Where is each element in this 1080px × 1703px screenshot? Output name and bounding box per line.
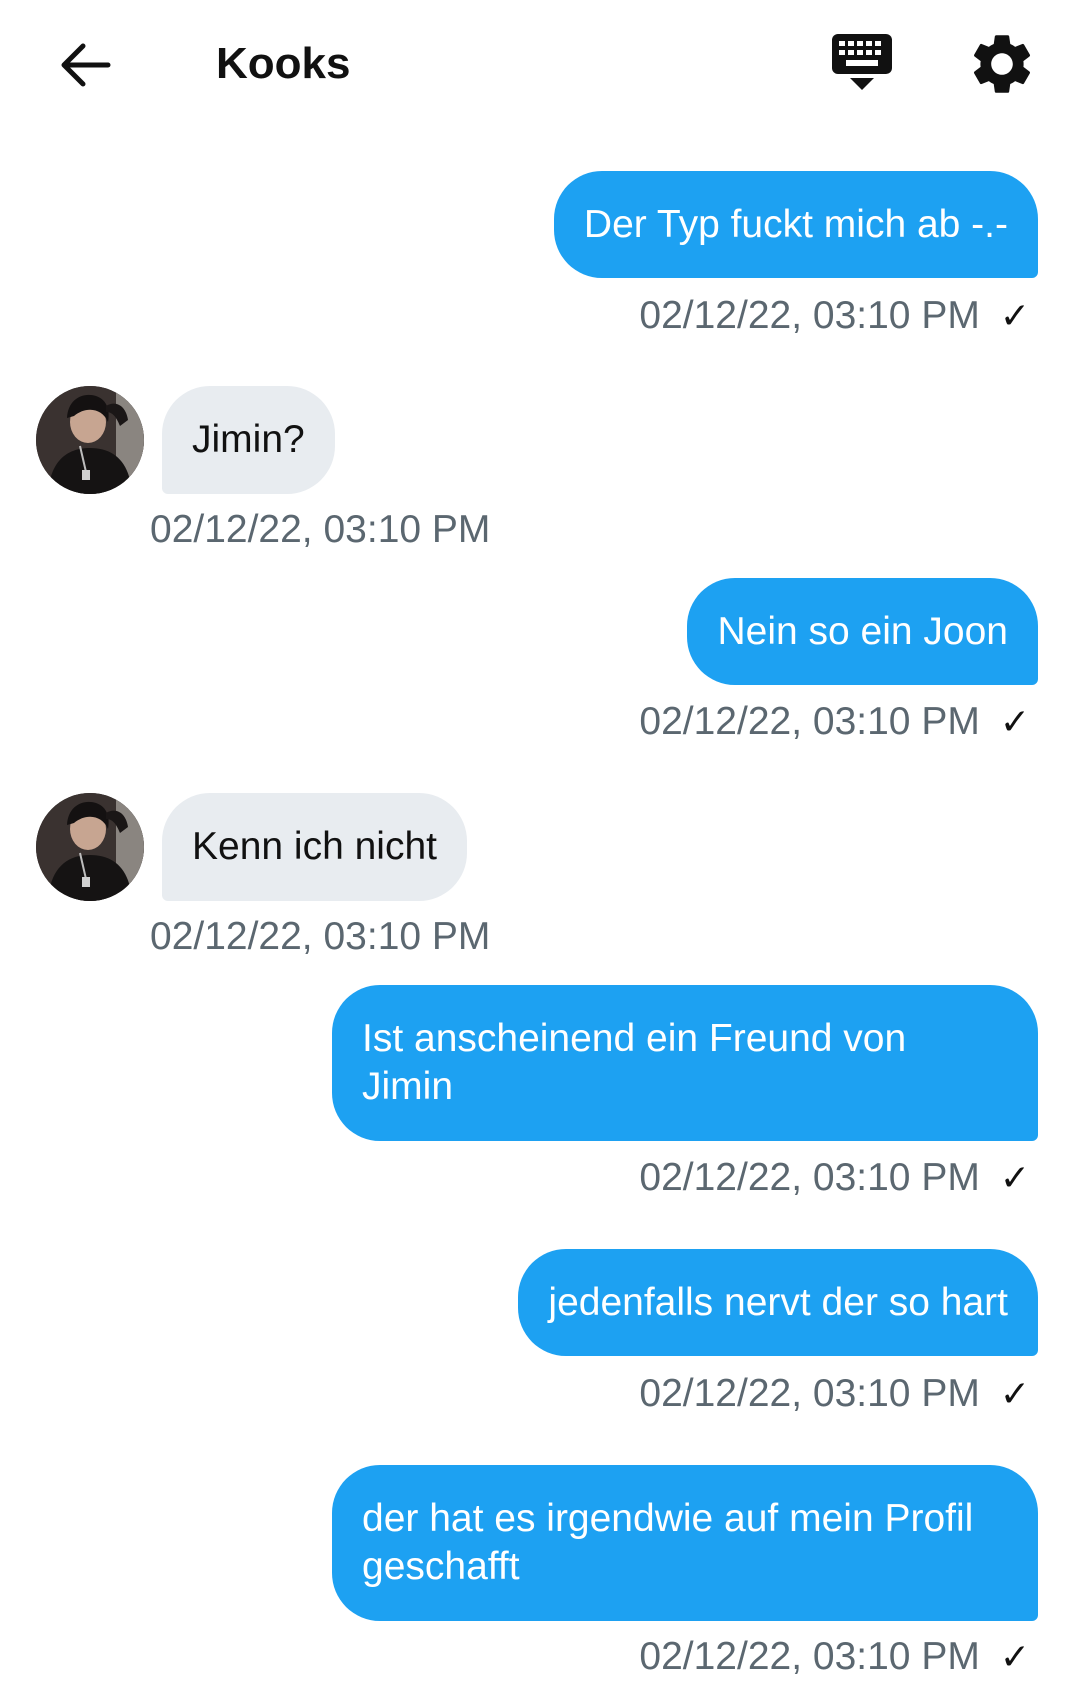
message-text: der hat es irgendwie auf mein Profil ges…: [362, 1497, 974, 1588]
outgoing-message-bubble[interactable]: der hat es irgendwie auf mein Profil ges…: [332, 1465, 1038, 1621]
timestamp-text: 02/12/22, 03:10 PM: [639, 1635, 980, 1678]
message-timestamp: 02/12/22, 03:10 PM ✓: [639, 1154, 1030, 1202]
avatar[interactable]: [36, 793, 144, 901]
message-text: Der Typ fuckt mich ab -.-: [583, 202, 1008, 246]
sent-check-icon: ✓: [999, 701, 1030, 742]
timestamp-text: 02/12/22, 03:10 PM: [639, 700, 980, 743]
timestamp-text: 02/12/22, 03:10 PM: [639, 1156, 980, 1199]
message-thread: Der Typ fuckt mich ab -.- 02/12/22, 03:1…: [0, 0, 1080, 1703]
outgoing-message-bubble[interactable]: Nein so ein Joon: [687, 578, 1038, 685]
timestamp-text: 02/12/22, 03:10 PM: [639, 294, 980, 337]
chat-screen: Kooks Der Typ fuckt mich ab -.- 02/12/22…: [0, 0, 1080, 1703]
timestamp-text: 02/12/22, 03:10 PM: [150, 915, 491, 958]
sent-check-icon: ✓: [999, 295, 1030, 336]
message-text: Ist anscheinend ein Freund von Jimin: [362, 1017, 907, 1108]
message-timestamp: 02/12/22, 03:10 PM ✓: [639, 1633, 1030, 1681]
sent-check-icon: ✓: [999, 1373, 1030, 1414]
message-text: Nein so ein Joon: [717, 609, 1008, 653]
message-text: Kenn ich nicht: [192, 825, 437, 868]
profile-photo-icon: [36, 793, 144, 901]
message-text: jedenfalls nervt der so hart: [548, 1280, 1008, 1324]
sent-check-icon: ✓: [999, 1157, 1030, 1198]
outgoing-message-bubble[interactable]: Der Typ fuckt mich ab -.-: [553, 171, 1038, 278]
profile-photo-icon: [36, 386, 144, 494]
incoming-message-bubble[interactable]: Kenn ich nicht: [162, 793, 467, 901]
incoming-message-bubble[interactable]: Jimin?: [162, 386, 335, 494]
outgoing-message-bubble[interactable]: Ist anscheinend ein Freund von Jimin: [332, 985, 1038, 1141]
message-timestamp: 02/12/22, 03:10 PM: [150, 913, 490, 961]
sent-check-icon: ✓: [999, 1636, 1030, 1677]
message-timestamp: 02/12/22, 03:10 PM ✓: [639, 698, 1030, 746]
outgoing-message-bubble[interactable]: jedenfalls nervt der so hart: [518, 1249, 1038, 1356]
message-timestamp: 02/12/22, 03:10 PM ✓: [639, 292, 1030, 340]
message-timestamp: 02/12/22, 03:10 PM: [150, 506, 490, 554]
message-timestamp: 02/12/22, 03:10 PM ✓: [639, 1370, 1030, 1418]
avatar[interactable]: [36, 386, 144, 494]
timestamp-text: 02/12/22, 03:10 PM: [639, 1372, 980, 1415]
message-text: Jimin?: [192, 418, 305, 461]
timestamp-text: 02/12/22, 03:10 PM: [150, 508, 491, 551]
